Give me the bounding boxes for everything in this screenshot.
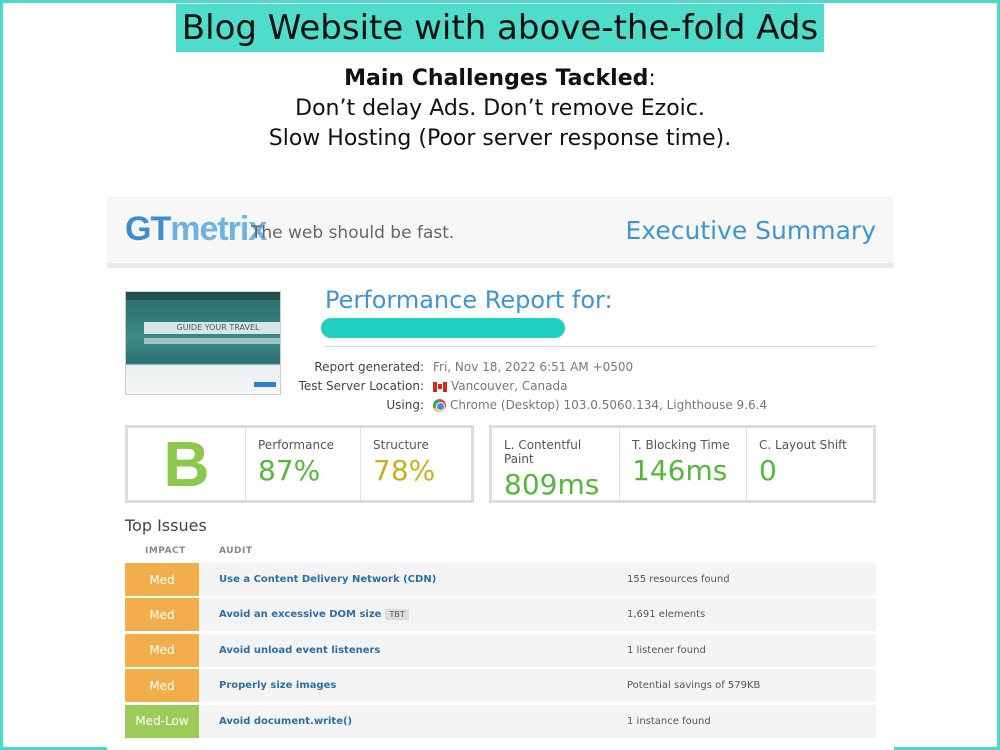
- lcp-metric: L. Contentful Paint 809ms: [492, 428, 619, 501]
- canada-flag-icon: [433, 381, 447, 392]
- issue-row[interactable]: Med Use a Content Delivery Network (CDN) 1…: [125, 563, 876, 596]
- meta-value: Chrome (Desktop) 103.0.5060.134, Lightho…: [450, 398, 768, 412]
- impact-badge: Med: [125, 669, 199, 703]
- audit-result: 1,691 elements: [627, 609, 706, 621]
- cls-value: 0: [759, 454, 777, 487]
- audit-cell: Avoid an excessive DOM size TBT: [199, 609, 607, 621]
- audit-cell: Avoid document.write(): [199, 716, 607, 727]
- issue-row[interactable]: Med Properly size images Potential savings…: [125, 669, 876, 703]
- challenges-line-2: Slow Hosting (Poor server response time)…: [268, 126, 732, 151]
- grade-badge: B: [128, 428, 245, 500]
- lcp-label: L. Contentful Paint: [504, 438, 582, 466]
- gtmetrix-logo[interactable]: GTmetrix: [125, 210, 267, 249]
- meta-key: Using:: [386, 398, 424, 412]
- tagline: The web should be fast.: [251, 223, 455, 243]
- audit-result: 1 listener found: [627, 644, 706, 656]
- issues-table: Med Use a Content Delivery Network (CDN) 1…: [125, 563, 876, 740]
- redacted-url: [321, 318, 565, 338]
- thumbnail-nav: [126, 292, 280, 300]
- performance-report-title: Performance Report for:: [325, 286, 613, 314]
- audit-result: 155 resources found: [627, 574, 730, 585]
- structure-score: Structure 78%: [360, 428, 471, 500]
- impact-badge: Med: [125, 598, 199, 632]
- audit-result: 1 instance found: [627, 715, 711, 727]
- impact-badge: Med: [125, 633, 199, 667]
- structure-label: Structure: [373, 438, 429, 452]
- divider: [325, 346, 876, 347]
- challenges-heading: Main Challenges Tackled: [344, 66, 649, 91]
- audit-link[interactable]: Properly size images: [219, 680, 336, 691]
- meta-row-location: Test Server Location: Vancouver, Canada: [237, 377, 767, 396]
- lcp-value: 809ms: [504, 468, 600, 501]
- cls-label: C. Layout Shift: [759, 438, 847, 452]
- meta-row-generated: Report generated: Fri, Nov 18, 2022 6:51…: [237, 358, 767, 377]
- challenges-line-1: Don’t delay Ads. Don’t remove Ezoic.: [295, 96, 705, 121]
- chrome-icon: [433, 399, 446, 412]
- thumbnail-subheading: [144, 338, 280, 344]
- meta-value: Fri, Nov 18, 2022 6:51 AM +0500: [433, 360, 634, 374]
- audit-link[interactable]: Avoid an excessive DOM size: [219, 609, 381, 620]
- issue-row[interactable]: Med-Low Avoid document.write() 1 instance …: [125, 704, 876, 738]
- audit-link[interactable]: Use a Content Delivery Network (CDN): [219, 574, 436, 585]
- audit-link[interactable]: Avoid unload event listeners: [219, 645, 380, 656]
- meta-key: Test Server Location:: [298, 379, 424, 393]
- tbt-metric: T. Blocking Time 146ms: [619, 428, 746, 500]
- audit-cell: Avoid unload event listeners: [199, 645, 607, 656]
- grade-letter: B: [163, 428, 210, 500]
- web-vitals: L. Contentful Paint 809ms T. Blocking Ti…: [489, 425, 876, 503]
- issue-row[interactable]: Med Avoid an excessive DOM size TBT 1,691 e…: [125, 598, 876, 632]
- gtmetrix-report: GTmetrix The web should be fast. Executi…: [107, 196, 894, 750]
- gtmetrix-scores: B Performance 87% Structure 78%: [125, 425, 474, 503]
- audit-header: AUDIT: [219, 546, 253, 556]
- logo-gt: GT: [125, 210, 171, 248]
- cls-metric: C. Layout Shift 0: [746, 428, 873, 500]
- impact-badge: Med: [125, 563, 199, 596]
- banner-title: Blog Website with above-the-fold Ads: [176, 4, 824, 52]
- performance-value: 87%: [258, 454, 321, 487]
- performance-score: Performance 87%: [245, 428, 360, 500]
- challenges-text: Main Challenges Tackled: Don’t delay Ads…: [0, 64, 1000, 154]
- issue-row[interactable]: Med Avoid unload event listeners 1 listene…: [125, 633, 876, 667]
- report-meta: Report generated: Fri, Nov 18, 2022 6:51…: [237, 358, 767, 415]
- tbt-label: T. Blocking Time: [632, 438, 730, 452]
- tbt-value: 146ms: [632, 454, 728, 487]
- impact-header: IMPACT: [145, 546, 186, 556]
- executive-summary-title: Executive Summary: [625, 216, 876, 245]
- top-issues-title: Top Issues: [125, 516, 207, 535]
- impact-badge: Med-Low: [125, 704, 199, 738]
- thumbnail-heading: GUIDE YOUR TRAVEL: [144, 322, 280, 334]
- report-header: GTmetrix The web should be fast. Executi…: [107, 196, 894, 268]
- performance-label: Performance: [258, 438, 335, 452]
- meta-key: Report generated:: [314, 360, 424, 374]
- structure-value: 78%: [373, 454, 436, 487]
- audit-cell: Properly size images: [199, 680, 607, 691]
- audit-link[interactable]: Avoid document.write(): [219, 716, 352, 727]
- audit-cell: Use a Content Delivery Network (CDN): [199, 574, 607, 585]
- meta-row-using: Using: Chrome (Desktop) 103.0.5060.134, …: [237, 396, 767, 415]
- audit-tag: TBT: [385, 609, 409, 621]
- meta-value: Vancouver, Canada: [451, 379, 568, 393]
- audit-result: Potential savings of 579KB: [627, 680, 761, 692]
